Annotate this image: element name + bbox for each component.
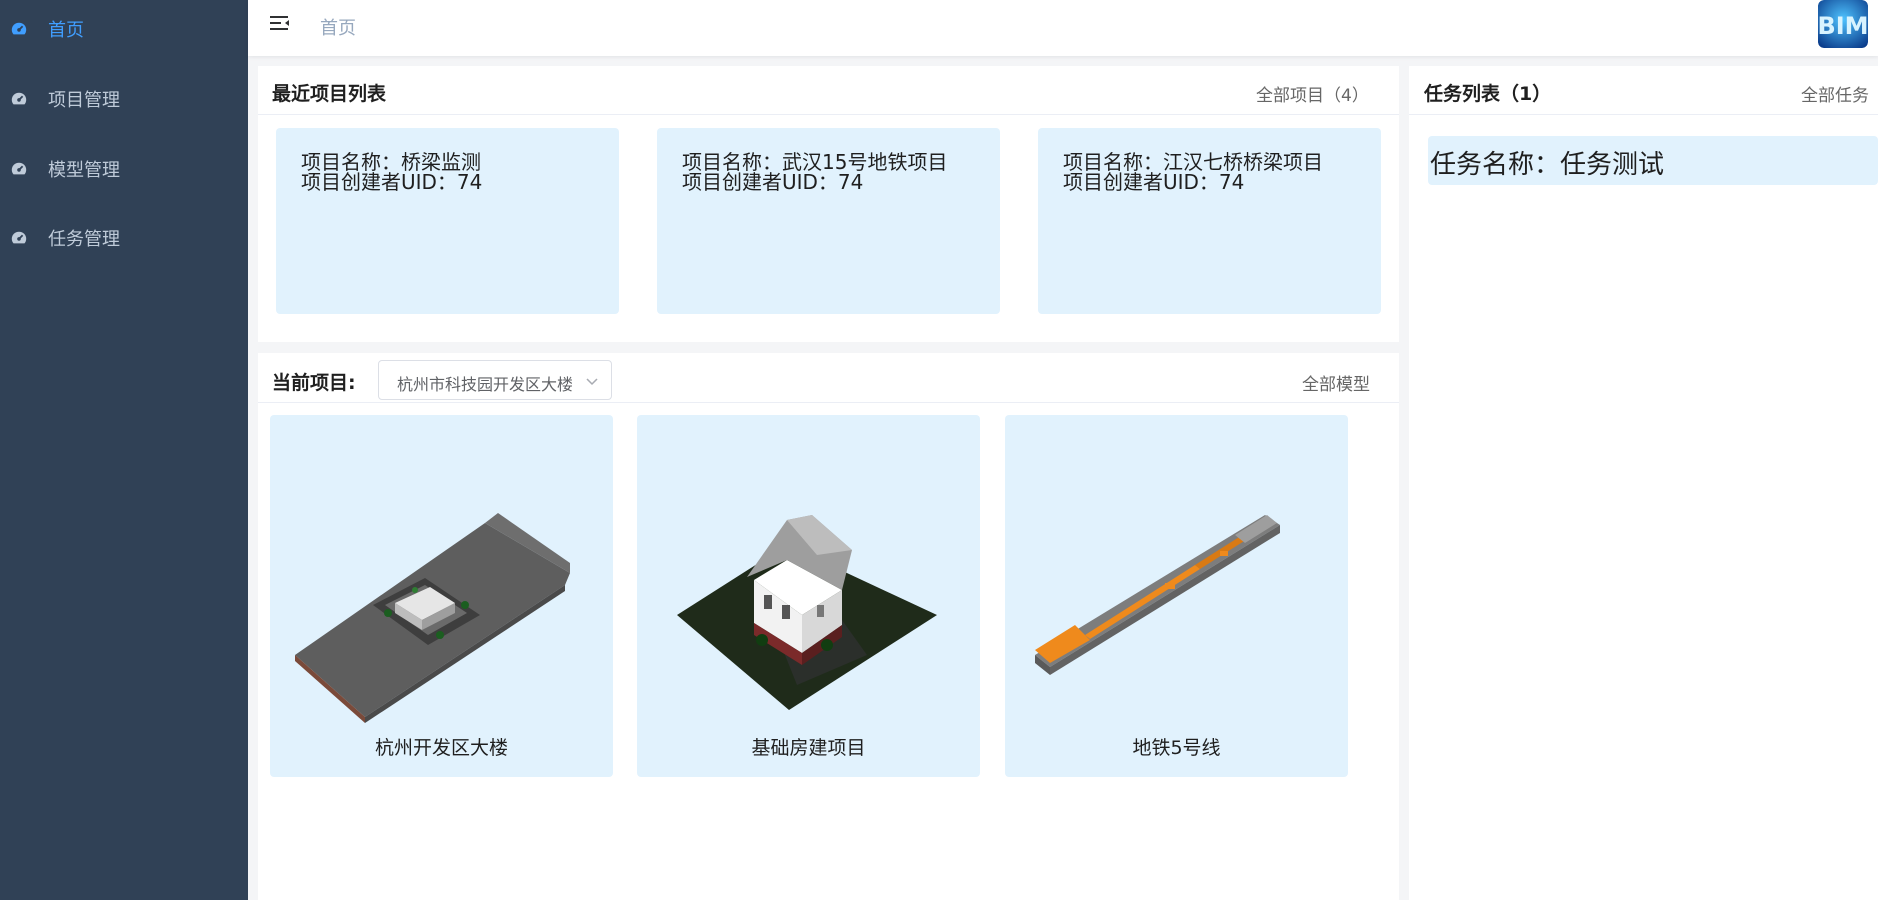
panel-divider (1409, 114, 1878, 115)
recent-projects-title: 最近项目列表 (272, 83, 387, 105)
bim-logo[interactable]: BIM (1818, 0, 1868, 48)
all-projects-link[interactable]: 全部项目（4） (1256, 81, 1369, 106)
sidebar-item-tasks[interactable]: 任务管理 (0, 210, 248, 266)
all-tasks-link[interactable]: 全部任务 (1801, 81, 1869, 106)
chevron-down-icon (586, 378, 598, 386)
sidebar-item-label: 首页 (48, 20, 84, 41)
project-creator: 项目创建者UID：74 (1063, 170, 1245, 194)
panel-divider (258, 114, 1399, 115)
model-card[interactable]: 基础房建项目 (637, 415, 980, 777)
current-project-label: 当前项目: (272, 372, 356, 394)
top-navbar: 首页 BIM (248, 0, 1878, 56)
sidebar-item-home[interactable]: 首页 (0, 1, 248, 57)
task-list-title: 任务列表（1） (1424, 83, 1552, 105)
logo-text: BIM (1818, 12, 1868, 40)
dashboard-icon (11, 231, 27, 244)
sidebar-item-label: 项目管理 (48, 90, 120, 111)
model-thumbnail-house (677, 515, 937, 710)
model-thumbnail-subway (1035, 515, 1280, 675)
model-name: 地铁5号线 (1132, 737, 1221, 759)
project-name: 项目名称：武汉15号地铁项目 (682, 150, 948, 174)
sidebar-item-label: 任务管理 (48, 229, 120, 250)
sidebar-item-models[interactable]: 模型管理 (0, 141, 248, 197)
project-name: 项目名称：桥梁监测 (301, 150, 481, 174)
dashboard-icon (11, 92, 27, 105)
breadcrumb: 首页 (320, 18, 356, 39)
project-card[interactable]: 项目名称：武汉15号地铁项目 项目创建者UID：74 (657, 128, 1000, 314)
project-name: 项目名称：江汉七桥桥梁项目 (1063, 150, 1323, 174)
sidebar-item-projects[interactable]: 项目管理 (0, 71, 248, 127)
dashboard-icon (11, 162, 27, 175)
hamburger-icon[interactable] (268, 12, 292, 36)
panel-divider (258, 402, 1399, 403)
task-list-panel (1409, 66, 1878, 900)
project-card[interactable]: 项目名称：江汉七桥桥梁项目 项目创建者UID：74 (1038, 128, 1381, 314)
all-models-link[interactable]: 全部模型 (1302, 370, 1370, 395)
project-creator: 项目创建者UID：74 (301, 170, 483, 194)
model-thumbnail-building (295, 513, 570, 723)
model-name: 杭州开发区大楼 (374, 737, 508, 759)
project-select-value: 杭州市科技园开发区大楼 (397, 375, 572, 394)
model-name: 基础房建项目 (751, 737, 866, 759)
sidebar-item-label: 模型管理 (48, 160, 120, 181)
project-card[interactable]: 项目名称：桥梁监测 项目创建者UID：74 (276, 128, 619, 314)
dashboard-icon (11, 22, 27, 35)
task-item[interactable]: 任务名称：任务测试 (1428, 136, 1878, 185)
project-creator: 项目创建者UID：74 (682, 170, 864, 194)
model-card[interactable]: 杭州开发区大楼 (270, 415, 613, 777)
model-card[interactable]: 地铁5号线 (1005, 415, 1348, 777)
project-select[interactable]: 杭州市科技园开发区大楼 (378, 360, 612, 400)
sidebar: 首页 项目管理 模型管理 任务管理 (0, 0, 248, 900)
